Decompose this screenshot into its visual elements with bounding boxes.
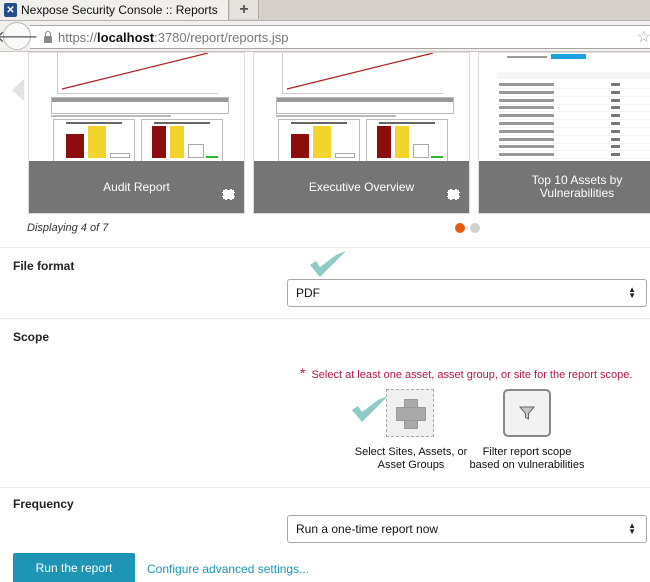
page-dot-2[interactable] bbox=[470, 223, 480, 233]
carousel-prev-icon[interactable] bbox=[12, 79, 24, 101]
top10-vulns bbox=[611, 122, 620, 125]
top10-row bbox=[497, 103, 650, 105]
file-format-select[interactable]: PDF ▲ ▼ bbox=[287, 279, 647, 307]
select-sites-assets-label: Select Sites, Assets, or Asset Groups bbox=[354, 446, 468, 471]
bookmark-star-icon[interactable]: ☆ bbox=[637, 27, 650, 47]
new-tab-button[interactable]: + bbox=[230, 0, 259, 19]
scope-required-message: * Select at least one asset, asset group,… bbox=[300, 365, 633, 381]
filter-funnel-icon bbox=[519, 406, 535, 420]
report-template-carousel: Audit Report Executive Overview Top 10 A… bbox=[0, 52, 650, 217]
top10-host bbox=[499, 114, 554, 118]
back-button[interactable]: 🡐 bbox=[0, 22, 38, 50]
frequency-value: Run a one-time report now bbox=[296, 522, 439, 536]
top10-vulns bbox=[611, 98, 620, 102]
page-dot-1[interactable] bbox=[455, 223, 465, 233]
expand-icon[interactable] bbox=[222, 189, 235, 200]
select-arrows-icon: ▲ ▼ bbox=[628, 521, 636, 536]
top10-host bbox=[499, 145, 554, 149]
top10-row bbox=[497, 134, 650, 136]
top10-row bbox=[497, 150, 650, 152]
browser-nav-bar: https://localhost:3780/report/reports.js… bbox=[0, 21, 650, 52]
top10-vulns bbox=[611, 83, 620, 86]
top10-vulns bbox=[611, 145, 620, 149]
card-caption: Executive Overview bbox=[254, 161, 469, 213]
lock-icon bbox=[44, 30, 52, 43]
top10-vulns bbox=[611, 114, 620, 118]
top10-host bbox=[499, 122, 554, 125]
checkmark-icon bbox=[352, 396, 388, 422]
top10-host bbox=[499, 83, 554, 86]
select-sites-assets-button[interactable] bbox=[386, 389, 434, 437]
expand-icon[interactable] bbox=[447, 189, 460, 200]
select-arrows-icon: ▲ ▼ bbox=[628, 285, 636, 300]
top10-row bbox=[497, 142, 650, 144]
browser-tab[interactable]: ✕ Nexpose Security Console :: Reports bbox=[0, 0, 229, 20]
frequency-select[interactable]: Run a one-time report now ▲ ▼ bbox=[287, 515, 647, 543]
scope-label: Scope bbox=[13, 330, 50, 344]
top10-row bbox=[497, 111, 650, 113]
carousel-pagination bbox=[455, 223, 480, 233]
template-card-audit-report[interactable]: Audit Report bbox=[28, 52, 245, 214]
top10-row bbox=[497, 88, 650, 89]
configure-advanced-settings-link[interactable]: Configure advanced settings... bbox=[147, 562, 309, 576]
top10-host bbox=[499, 98, 554, 102]
top10-vulns bbox=[611, 137, 620, 141]
card-caption: Top 10 Assets by Vulnerabilities bbox=[479, 161, 650, 213]
filter-vulnerabilities-label: Filter report scope based on vulnerabili… bbox=[469, 446, 585, 471]
back-arrow-icon: 🡐 bbox=[0, 28, 39, 46]
report-thumbnail bbox=[29, 53, 244, 161]
top10-row bbox=[497, 119, 650, 121]
card-caption: Audit Report bbox=[29, 161, 244, 213]
run-report-button[interactable]: Run the report bbox=[13, 553, 135, 582]
top10-row bbox=[497, 158, 650, 160]
checkmark-icon bbox=[310, 251, 346, 277]
url-bar[interactable]: https://localhost:3780/report/reports.js… bbox=[30, 25, 650, 49]
plus-icon-center bbox=[405, 408, 417, 420]
top10-host bbox=[499, 153, 554, 157]
tab-title: Nexpose Security Console :: Reports bbox=[21, 3, 218, 17]
carousel-status: Displaying 4 of 7 bbox=[27, 222, 109, 234]
top10-vulns bbox=[611, 129, 620, 133]
top10-row bbox=[497, 127, 650, 128]
top10-vulns bbox=[611, 106, 620, 110]
required-asterisk-icon: * bbox=[300, 365, 306, 381]
top10-vulns bbox=[611, 90, 620, 94]
frequency-label: Frequency bbox=[13, 497, 74, 511]
file-format-value: PDF bbox=[296, 286, 320, 300]
divider bbox=[0, 487, 650, 488]
report-thumbnail bbox=[254, 53, 469, 161]
nexpose-logo-icon: ✕ bbox=[4, 3, 17, 17]
top10-vulns bbox=[611, 153, 620, 157]
top10-host bbox=[499, 137, 554, 141]
divider bbox=[0, 247, 650, 248]
top10-host bbox=[499, 90, 554, 94]
divider bbox=[0, 318, 650, 319]
template-card-top-10-assets[interactable]: Top 10 Assets by Vulnerabilities bbox=[478, 52, 650, 214]
template-card-executive-overview[interactable]: Executive Overview bbox=[253, 52, 470, 214]
top10-host bbox=[499, 129, 554, 133]
file-format-label: File format bbox=[13, 259, 75, 273]
report-thumbnail bbox=[479, 53, 650, 161]
filter-vulnerabilities-button[interactable] bbox=[503, 389, 551, 437]
top10-row bbox=[497, 95, 650, 97]
top10-host bbox=[499, 106, 554, 110]
browser-tab-bar: ✕ Nexpose Security Console :: Reports + bbox=[0, 0, 650, 21]
url-text: https://localhost:3780/report/reports.js… bbox=[58, 29, 289, 45]
